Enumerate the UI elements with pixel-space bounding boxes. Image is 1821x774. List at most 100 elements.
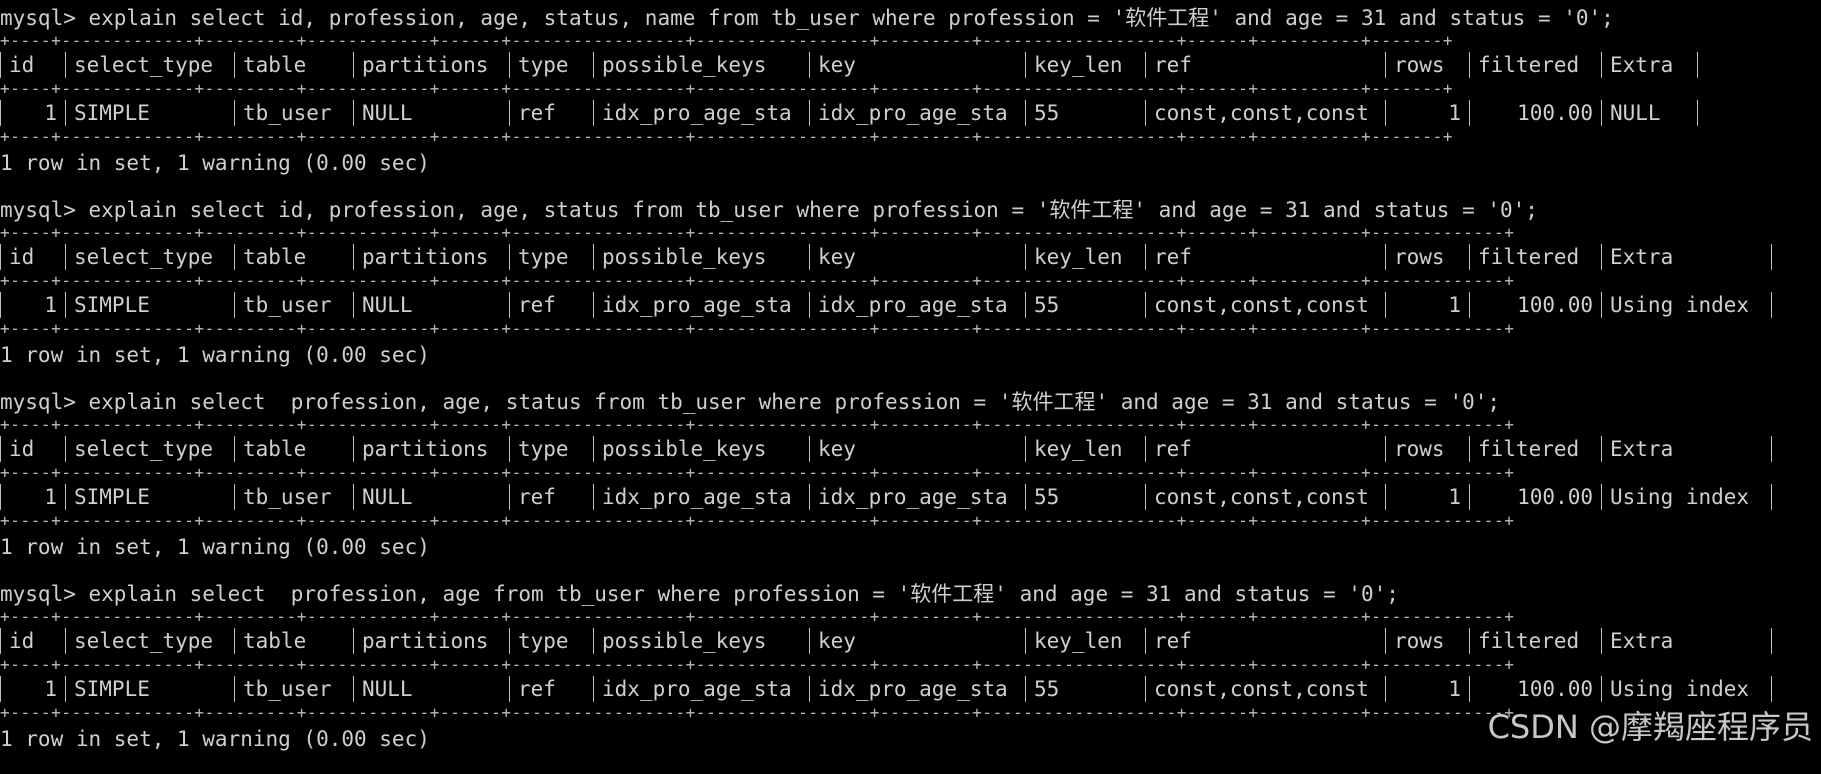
table-header-row: id select_type table partitions type pos… <box>0 434 1821 464</box>
header-cell: filtered <box>1470 244 1602 270</box>
header-cell: Extra <box>1602 436 1772 462</box>
query-block-2: mysql> explain select id, profession, ag… <box>0 198 1821 390</box>
header-cell: select_type <box>66 628 235 654</box>
header-cell: partitions <box>354 436 510 462</box>
header-cell: key_len <box>1026 436 1146 462</box>
header-cell: ref <box>1146 52 1386 78</box>
header-cell: id <box>0 436 66 462</box>
cell-key: idx_pro_age_sta <box>810 484 1026 510</box>
table-header-row: id select_type table partitions type pos… <box>0 50 1821 80</box>
header-cell: filtered <box>1470 52 1602 78</box>
header-cell: key <box>810 244 1026 270</box>
cell-key-len: 55 <box>1026 676 1146 702</box>
command-line: mysql> explain select id, profession, ag… <box>0 6 1614 30</box>
cell-type: ref <box>510 292 594 318</box>
cell-select-type: SIMPLE <box>66 676 235 702</box>
header-cell: id <box>0 628 66 654</box>
header-cell: table <box>235 628 354 654</box>
result-status: 1 row in set, 1 warning (0.00 sec) <box>0 343 430 367</box>
header-cell: possible_keys <box>594 52 810 78</box>
table-border-mid: +----+-------------+---------+----------… <box>0 655 1515 674</box>
cell-select-type: SIMPLE <box>66 484 235 510</box>
cell-filtered: 100.00 <box>1470 100 1602 126</box>
header-cell: select_type <box>66 436 235 462</box>
cell-ref: const,const,const <box>1146 484 1386 510</box>
terminal-output[interactable]: mysql> explain select id, profession, ag… <box>0 6 1821 774</box>
cell-ref: const,const,const <box>1146 292 1386 318</box>
cell-select-type: SIMPLE <box>66 292 235 318</box>
header-cell: filtered <box>1470 436 1602 462</box>
cell-key: idx_pro_age_sta <box>810 292 1026 318</box>
header-cell: type <box>510 628 594 654</box>
header-cell: partitions <box>354 52 510 78</box>
header-cell: possible_keys <box>594 628 810 654</box>
header-cell: table <box>235 244 354 270</box>
header-cell: partitions <box>354 244 510 270</box>
header-cell: ref <box>1146 628 1386 654</box>
header-cell: Extra <box>1602 628 1772 654</box>
explain-table: +----+-------------+---------+----------… <box>0 416 1821 530</box>
cell-possible-keys: idx_pro_age_sta <box>594 100 810 126</box>
table-border-mid: +----+-------------+---------+----------… <box>0 271 1515 290</box>
table-row: 1 SIMPLE tb_user NULL ref idx_pro_age_st… <box>0 674 1821 704</box>
header-cell: select_type <box>66 52 235 78</box>
cell-rows: 1 <box>1386 676 1470 702</box>
query-block-1: mysql> explain select id, profession, ag… <box>0 6 1821 198</box>
table-border-bottom: +----+-------------+---------+----------… <box>0 127 1454 146</box>
cell-extra: Using index <box>1602 484 1772 510</box>
cell-possible-keys: idx_pro_age_sta <box>594 676 810 702</box>
cell-key-len: 55 <box>1026 484 1146 510</box>
cell-filtered: 100.00 <box>1470 484 1602 510</box>
header-cell: ref <box>1146 244 1386 270</box>
header-cell: rows <box>1386 52 1470 78</box>
cell-id: 1 <box>0 100 66 126</box>
table-header-row: id select_type table partitions type pos… <box>0 626 1821 656</box>
cell-partitions: NULL <box>354 292 510 318</box>
cell-type: ref <box>510 100 594 126</box>
table-border-bottom: +----+-------------+---------+----------… <box>0 319 1515 338</box>
cell-rows: 1 <box>1386 484 1470 510</box>
cell-extra: NULL <box>1602 100 1698 126</box>
table-row: 1 SIMPLE tb_user NULL ref idx_pro_age_st… <box>0 290 1821 320</box>
cell-filtered: 100.00 <box>1470 676 1602 702</box>
cell-key-len: 55 <box>1026 100 1146 126</box>
cell-id: 1 <box>0 484 66 510</box>
cell-rows: 1 <box>1386 292 1470 318</box>
header-cell: table <box>235 436 354 462</box>
header-cell: partitions <box>354 628 510 654</box>
table-border-top: +----+-------------+---------+----------… <box>0 223 1515 242</box>
table-border-top: +----+-------------+---------+----------… <box>0 607 1515 626</box>
explain-table: +----+-------------+---------+----------… <box>0 32 1821 146</box>
table-border-top: +----+-------------+---------+----------… <box>0 415 1515 434</box>
header-cell: select_type <box>66 244 235 270</box>
cell-id: 1 <box>0 676 66 702</box>
cell-table: tb_user <box>235 292 354 318</box>
header-cell: type <box>510 436 594 462</box>
cell-possible-keys: idx_pro_age_sta <box>594 484 810 510</box>
header-cell: type <box>510 244 594 270</box>
header-cell: id <box>0 244 66 270</box>
explain-table: +----+-------------+---------+----------… <box>0 224 1821 338</box>
cell-table: tb_user <box>235 676 354 702</box>
result-status: 1 row in set, 1 warning (0.00 sec) <box>0 535 430 559</box>
cell-type: ref <box>510 676 594 702</box>
header-cell: Extra <box>1602 52 1698 78</box>
header-cell: key_len <box>1026 52 1146 78</box>
table-border-mid: +----+-------------+---------+----------… <box>0 463 1515 482</box>
header-cell: rows <box>1386 436 1470 462</box>
table-border-bottom: +----+-------------+---------+----------… <box>0 511 1515 530</box>
cell-partitions: NULL <box>354 484 510 510</box>
header-cell: key <box>810 628 1026 654</box>
header-cell: table <box>235 52 354 78</box>
command-line: mysql> explain select id, profession, ag… <box>0 198 1538 222</box>
table-border-mid: +----+-------------+---------+----------… <box>0 79 1454 98</box>
result-status: 1 row in set, 1 warning (0.00 sec) <box>0 151 430 175</box>
table-header-row: id select_type table partitions type pos… <box>0 242 1821 272</box>
header-cell: key <box>810 52 1026 78</box>
header-cell: key <box>810 436 1026 462</box>
cell-partitions: NULL <box>354 676 510 702</box>
cell-key-len: 55 <box>1026 292 1146 318</box>
header-cell: filtered <box>1470 628 1602 654</box>
table-border-top: +----+-------------+---------+----------… <box>0 31 1454 50</box>
cell-table: tb_user <box>235 100 354 126</box>
